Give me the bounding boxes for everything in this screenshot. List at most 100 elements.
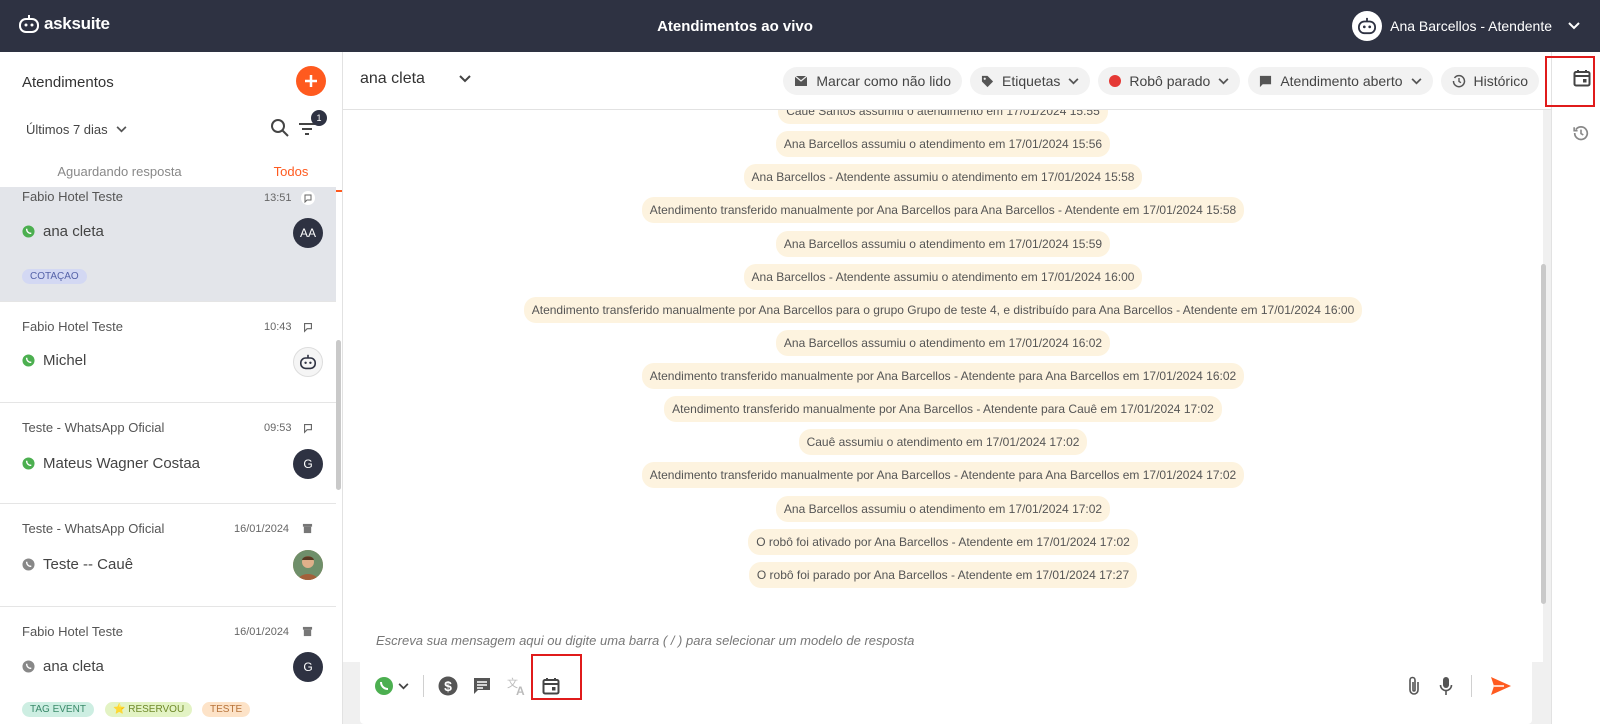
list-item[interactable]: Fabio Hotel Teste 13:51 ana cleta AA COT…: [0, 187, 336, 302]
avatar: AA: [293, 218, 323, 248]
history-icon: [1573, 126, 1589, 141]
search-icon[interactable]: [270, 118, 290, 138]
contact-select[interactable]: ana cleta: [360, 70, 471, 88]
history-label: Histórico: [1473, 73, 1528, 89]
mark-unread-button[interactable]: Marcar como não lido: [783, 67, 962, 95]
contact-name: ana cleta: [43, 658, 104, 675]
channel-select[interactable]: [374, 676, 409, 696]
list-scrollbar[interactable]: [336, 340, 341, 490]
chevron-down-icon: [1568, 22, 1580, 30]
whatsapp-icon: [22, 660, 35, 673]
whatsapp-icon: [375, 677, 393, 695]
panel-title: Atendimentos: [22, 74, 114, 91]
tag-badge: TESTE: [202, 702, 251, 717]
system-message: Atendimento transferido manualmente por …: [343, 197, 1543, 223]
svg-text:A: A: [516, 684, 525, 696]
history-button[interactable]: Histórico: [1440, 67, 1539, 95]
send-icon[interactable]: [1490, 676, 1512, 696]
system-message: Ana Barcellos assumiu o atendimento em 1…: [343, 131, 1543, 157]
item-time: 16/01/2024: [234, 626, 290, 638]
message-input[interactable]: Escreva sua mensagem aqui ou digite uma …: [376, 633, 914, 648]
user-menu[interactable]: Ana Barcellos - Atendente: [1352, 11, 1580, 41]
system-message: Ana Barcellos assumiu o atendimento em 1…: [343, 496, 1543, 522]
contact-name: ana cleta: [43, 223, 104, 240]
bot-icon: [300, 354, 316, 370]
list-item[interactable]: Teste - WhatsApp Oficial 16/01/2024 Test…: [0, 504, 336, 607]
status-dot: [1109, 75, 1122, 87]
message-scrollbar[interactable]: [1541, 264, 1546, 604]
tag-icon: [981, 75, 994, 87]
tags-button[interactable]: Etiquetas: [970, 67, 1091, 95]
schedule-highlight-box: [1545, 56, 1595, 107]
composer-actions: [1407, 675, 1512, 697]
quick-reply-icon[interactable]: [472, 676, 492, 696]
system-message: Atendimento transferido manualmente por …: [343, 462, 1543, 488]
chat-icon: [304, 424, 312, 434]
tags-label: Etiquetas: [1002, 73, 1061, 89]
user-name: Ana Barcellos - Atendente: [1390, 18, 1552, 34]
item-group: Fabio Hotel Teste: [22, 319, 123, 334]
microphone-icon[interactable]: [1439, 676, 1453, 696]
tag-badge: TAG EVENT: [22, 702, 94, 717]
item-contact: Teste -- Cauê: [22, 556, 133, 573]
list-item[interactable]: Fabio Hotel Teste 16/01/2024 ana cleta G…: [0, 607, 336, 724]
chevron-down-icon: [1411, 77, 1422, 84]
item-time: 13:51: [264, 192, 292, 204]
item-time: 09:53: [264, 422, 292, 434]
system-message: O robô foi ativado por Ana Barcellos - A…: [343, 529, 1543, 555]
history-icon: [1452, 74, 1465, 88]
chevron-down-icon: [398, 682, 409, 689]
system-message: Atendimento transferido manualmente por …: [343, 363, 1543, 389]
tag-badge: COTAÇAO: [22, 269, 87, 284]
archive-icon: [302, 626, 313, 637]
person-icon: [293, 550, 323, 580]
whatsapp-icon: [22, 225, 35, 238]
period-label: Últimos 7 dias: [26, 122, 108, 137]
item-time: 16/01/2024: [234, 523, 290, 535]
chevron-down-icon: [1218, 77, 1229, 84]
mark-unread-label: Marcar como não lido: [816, 73, 951, 89]
tag-badge: ⭐ RESERVOU: [105, 702, 193, 717]
system-message: O robô foi parado por Ana Barcellos - At…: [343, 562, 1543, 588]
plus-icon: [305, 75, 317, 87]
system-message: Cauê Santos assumiu o atendimento em 17/…: [343, 110, 1543, 124]
dollar-icon[interactable]: $: [438, 676, 458, 696]
system-message: Atendimento transferido manualmente por …: [343, 297, 1543, 323]
attendance-status-label: Atendimento aberto: [1280, 73, 1403, 89]
svg-text:$: $: [444, 678, 452, 694]
item-group: Fabio Hotel Teste: [22, 189, 123, 204]
divider: [1471, 675, 1472, 697]
list-item[interactable]: Teste - WhatsApp Oficial 09:53 Mateus Wa…: [0, 403, 336, 504]
chevron-down-icon: [116, 126, 127, 133]
attachment-icon[interactable]: [1407, 676, 1421, 696]
list-item[interactable]: Fabio Hotel Teste 10:43 Michel: [0, 302, 336, 403]
top-bar: asksuite Atendimentos ao vivo Ana Barcel…: [0, 0, 1600, 52]
contact-name: Michel: [43, 352, 87, 369]
period-select[interactable]: Últimos 7 dias: [26, 122, 127, 137]
message-list: Cauê Santos assumiu o atendimento em 17/…: [343, 110, 1543, 662]
robot-status-button[interactable]: Robô parado: [1098, 67, 1241, 95]
attendance-status-button[interactable]: Atendimento aberto: [1248, 67, 1433, 95]
item-contact: ana cleta: [22, 658, 104, 675]
header-actions: Marcar como não lido Etiquetas Robô para…: [783, 67, 1539, 95]
contact-name: Teste -- Cauê: [43, 556, 134, 573]
system-message: Ana Barcellos - Atendente assumiu o aten…: [343, 164, 1543, 190]
system-message: Ana Barcellos assumiu o atendimento em 1…: [343, 231, 1543, 257]
envelope-icon: [794, 75, 808, 86]
add-conversation-button[interactable]: [296, 66, 326, 96]
calendar-highlight-box: [531, 654, 582, 700]
chevron-down-icon: [459, 75, 471, 83]
item-contact: Mateus Wagner Costaa: [22, 455, 200, 472]
translate-icon[interactable]: 文A: [506, 676, 528, 696]
archive-icon: [302, 523, 313, 534]
whatsapp-icon: [22, 558, 35, 571]
conversation-list-panel: Atendimentos Últimos 7 dias 1 Aguardando…: [0, 52, 343, 724]
right-rail: [1545, 52, 1600, 724]
contact-name: Mateus Wagner Costaa: [43, 455, 201, 472]
history-rail-button[interactable]: [1573, 125, 1589, 146]
system-message: Ana Barcellos assumiu o atendimento em 1…: [343, 330, 1543, 356]
filter-count-badge: 1: [311, 110, 327, 126]
chat-icon: [1260, 75, 1272, 87]
whatsapp-icon: [22, 354, 35, 367]
item-contact: ana cleta: [22, 223, 104, 240]
